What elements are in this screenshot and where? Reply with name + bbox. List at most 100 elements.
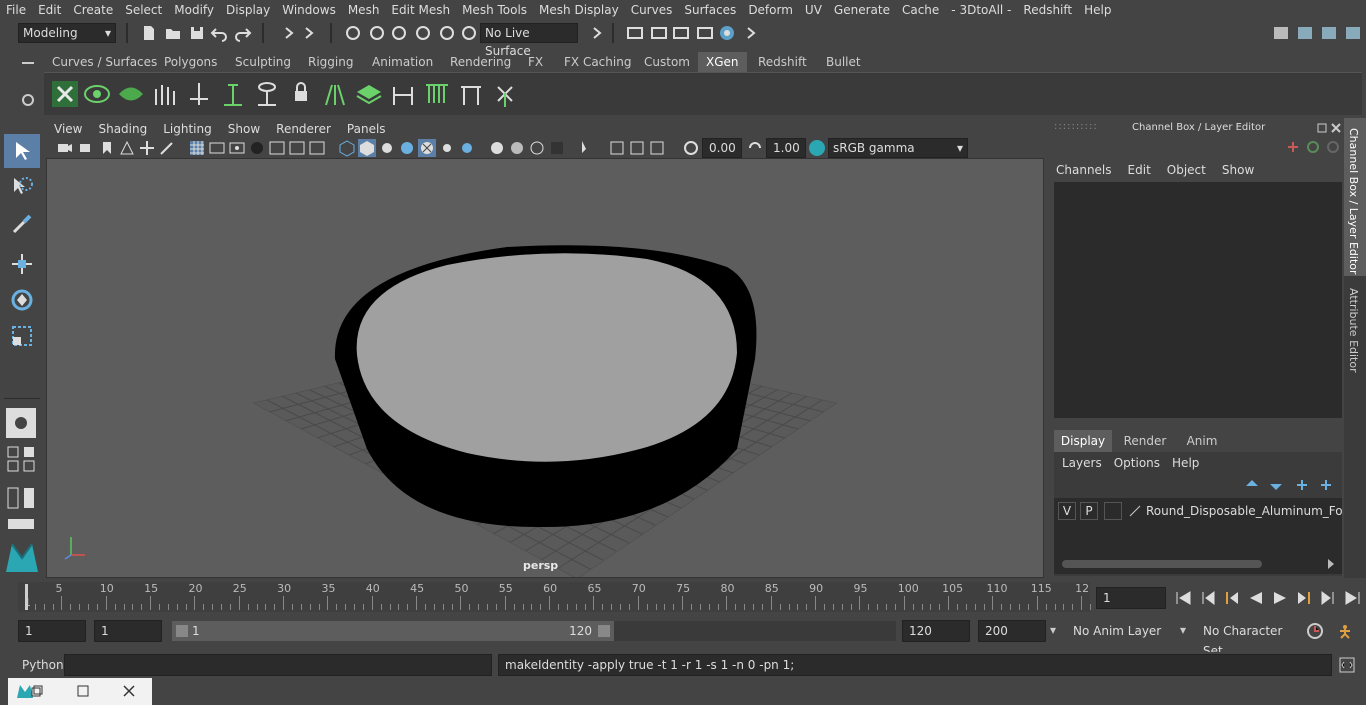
workspace-icon[interactable] [1272,24,1290,42]
range-slider-end-handle[interactable] [598,625,610,637]
channel-box-toggle-icon[interactable] [1344,24,1362,42]
render-frame-icon[interactable] [626,24,644,42]
graph-layout-icon[interactable] [6,518,36,530]
transform-icon[interactable] [1286,140,1300,154]
shelf-menu-icon[interactable] [18,56,38,70]
xgen-add-guide-icon[interactable] [218,79,248,109]
viewport-menu-renderer[interactable]: Renderer [268,120,339,138]
playback-start-field[interactable]: 1 [94,620,162,642]
xgen-move-guides-icon[interactable] [388,79,418,109]
viewport-menu-view[interactable]: View [46,120,90,138]
xgen-leaf-icon[interactable] [116,79,146,109]
chevron-down-icon[interactable]: ▾ [1180,623,1186,637]
play-forwards-icon[interactable] [1270,590,1290,606]
exposure-icon[interactable] [682,139,700,157]
redo-icon[interactable] [234,24,252,42]
xgen-lock-icon[interactable] [286,79,316,109]
live-surface-field[interactable]: No Live Surface [480,23,578,58]
ipr-render-icon[interactable] [672,24,690,42]
tab-polygons[interactable]: Polygons [156,52,225,72]
tab-sculpting[interactable]: Sculpting [227,52,299,72]
play-backwards-icon[interactable] [1246,590,1266,606]
playback-end-field[interactable]: 120 [902,620,970,642]
float-panel-icon[interactable] [1316,122,1328,134]
layer-name[interactable]: Round_Disposable_Aluminum_Foil_P [1146,502,1342,520]
frame-all-icon[interactable] [608,139,626,157]
close-icon[interactable] [122,684,136,698]
gamma-icon[interactable] [746,139,764,157]
arrow-right-icon[interactable] [742,24,760,42]
script-editor-icon[interactable] [1338,656,1356,674]
menu-deform[interactable]: Deform [742,0,799,20]
menu-mesh-display[interactable]: Mesh Display [533,0,625,20]
menu-select[interactable]: Select [119,0,168,20]
xgen-place-guide-icon[interactable] [184,79,214,109]
safe-title-icon[interactable] [308,139,326,157]
grid-icon[interactable] [188,139,206,157]
maximize-window-icon[interactable] [76,684,90,698]
gamma-field[interactable]: 1.00 [766,138,806,158]
horizontal-scrollbar[interactable] [1062,560,1262,568]
new-layer-from-selected-icon[interactable] [1318,478,1334,492]
lights-icon[interactable] [438,139,456,157]
tab-rendering[interactable]: Rendering [442,52,519,72]
chevron-down-icon[interactable]: ▾ [1050,623,1056,637]
menu-mesh[interactable]: Mesh [342,0,386,20]
xray-icon[interactable] [418,139,436,157]
gear-icon[interactable] [18,90,38,110]
depth-of-field-icon[interactable] [548,139,566,157]
layer-display-type-toggle[interactable] [1104,502,1122,520]
color-space-dropdown[interactable]: sRGB gamma ▾ [828,138,968,158]
select-by-object-icon[interactable] [368,24,386,42]
xgen-guide-eye-icon[interactable] [252,79,282,109]
animation-start-field[interactable]: 1 [18,620,86,642]
tab-fx[interactable]: FX [520,52,551,72]
motion-blur-icon[interactable] [508,139,526,157]
viewport-menu-shading[interactable]: Shading [90,120,155,138]
camera-attributes-icon[interactable] [78,139,96,157]
range-slider-start-handle[interactable] [176,625,188,637]
snap-grid-icon[interactable] [414,24,432,42]
circle-outline-icon[interactable] [1326,140,1340,154]
image-plane-icon[interactable] [118,139,136,157]
viewport-persp[interactable]: persp [46,158,1044,578]
tab-display[interactable]: Display [1054,430,1112,452]
tab-anim[interactable]: Anim [1174,430,1230,452]
exposure-field[interactable]: 0.00 [702,138,742,158]
restore-window-icon[interactable] [30,684,44,698]
script-language-toggle[interactable]: Python [22,658,64,672]
auto-key-icon[interactable] [1306,622,1324,640]
menu-edit[interactable]: Edit [32,0,67,20]
frame-selected-icon[interactable] [628,139,646,157]
go-to-start-icon[interactable] [1174,590,1194,606]
menu-create[interactable]: Create [67,0,119,20]
menu-mesh-tools[interactable]: Mesh Tools [456,0,533,20]
safe-action-icon[interactable] [288,139,306,157]
menu-cache[interactable]: Cache [896,0,945,20]
drag-handle[interactable]: :::::::::: [1054,121,1098,132]
circle-icon[interactable] [1306,140,1320,154]
shadows-icon[interactable] [458,139,476,157]
step-forward-key-icon[interactable] [1294,590,1314,606]
move-layer-down-icon[interactable] [1268,478,1284,492]
tab-fx-caching[interactable]: FX Caching [556,52,639,72]
xgen-editor-icon[interactable] [50,79,80,109]
layer-color-icon[interactable] [1128,504,1142,518]
layout-four-icon[interactable] [6,460,36,472]
xgen-delete-icon[interactable] [490,79,520,109]
anim-layer-dropdown[interactable]: No Anim Layer [1066,620,1176,642]
animation-preferences-icon[interactable] [1336,622,1354,640]
field-chart-icon[interactable] [268,139,286,157]
xgen-comb-icon[interactable] [422,79,452,109]
default-material-icon[interactable] [378,139,396,157]
snap-point-icon[interactable] [460,24,478,42]
menu-windows[interactable]: Windows [276,0,342,20]
film-gate-icon[interactable] [208,139,226,157]
smooth-shade-icon[interactable] [358,139,376,157]
menu-options[interactable]: Options [1110,456,1164,470]
select-tool-button[interactable] [4,134,40,168]
time-slider[interactable]: 5 10 15 20 25 30 35 40 45 50 55 60 65 70 75 80 85 90 95 100… [18,582,1091,612]
range-slider[interactable]: 1 120 [172,621,614,641]
menu-show[interactable]: Show [1214,163,1262,177]
camera-icon[interactable] [56,139,74,157]
